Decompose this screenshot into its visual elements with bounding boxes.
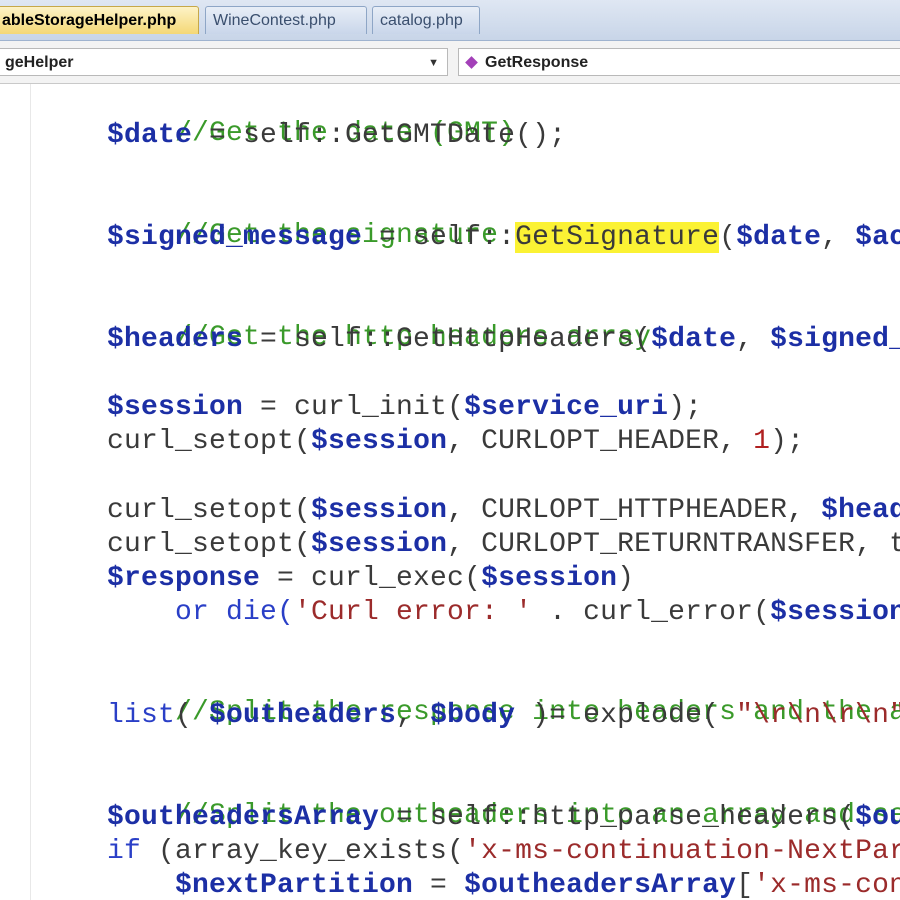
code-variable: $outheadersArray (464, 870, 737, 900)
code-text: , CURLOPT_HTTPHEADER, (447, 495, 822, 526)
code-line: if (array_key_exists('x-ms-continuation-… (107, 836, 900, 868)
code-line: $nextPartition = $outheadersArray['x-ms-… (175, 870, 900, 900)
code-line: $session = curl_init($service_uri); (107, 392, 702, 424)
class-dropdown[interactable]: geHelper ▼ (0, 48, 448, 76)
code-text: [ (736, 870, 754, 900)
code-string: "\r\n\r\n" (736, 700, 900, 731)
code-line: or die('Curl error: ' . curl_error($sess… (175, 597, 900, 629)
code-variable: $session (481, 563, 618, 594)
code-text: , (396, 700, 431, 731)
code-line: //Split the outheaders into an array and… (107, 768, 900, 831)
code-number: 1 (753, 426, 771, 457)
code-variable: $date (736, 222, 822, 253)
code-line: //Get the http headers array (107, 290, 651, 353)
tab-tablestoragehelper[interactable]: ableStorageHelper.php (0, 6, 199, 34)
code-variable: $ac (855, 222, 900, 253)
code-text: = curl_exec( (260, 563, 482, 594)
code-string: 'x-ms-continuation-NextPar (464, 836, 900, 867)
code-variable: $date (107, 120, 193, 151)
code-keyword: if (107, 836, 142, 867)
code-line: //Get the signature (107, 188, 498, 251)
code-text: curl_setopt( (107, 426, 312, 457)
code-variable: $session (311, 426, 448, 457)
code-text: (array_key_exists( (141, 836, 465, 867)
code-variable: $session (770, 597, 900, 628)
code-text: = self::http_parse_headers( (379, 802, 856, 833)
tab-label: catalog.php (380, 12, 463, 29)
code-text: = self::GetGMTDate(); (192, 120, 567, 151)
code-variable: $ou (855, 802, 900, 833)
member-dropdown-value: GetResponse (485, 54, 589, 71)
chevron-down-icon: ▼ (428, 57, 439, 69)
code-text: curl_setopt( (107, 495, 312, 526)
code-line: $date = self::GetGMTDate(); (107, 120, 566, 152)
code-line: list( $outheaders, $body )= explode( "\r… (107, 700, 900, 732)
code-variable: $session (107, 392, 244, 423)
code-line: //Split the response into headers and th… (107, 665, 900, 728)
tab-label: ableStorageHelper.php (2, 12, 177, 29)
code-line: $outheadersArray = self::http_parse_head… (107, 802, 900, 834)
code-text: )= explode( (515, 700, 737, 731)
method-icon (465, 56, 478, 69)
code-editor[interactable]: //Get the date (GMT) $date = self::GetGM… (0, 84, 900, 900)
code-line: $headers = self::GetHttpHeaders($date, $… (107, 324, 900, 356)
code-variable: $outheadersArray (107, 802, 380, 833)
code-variable: $date (651, 324, 737, 355)
code-variable: $signed_ (770, 324, 900, 355)
tab-label: WineContest.php (213, 12, 336, 29)
code-line: curl_setopt($session, CURLOPT_HEADER, 1)… (107, 426, 804, 458)
code-line: $response = curl_exec($session) (107, 563, 634, 595)
code-variable: $head (821, 495, 900, 526)
code-text: ( (175, 700, 210, 731)
code-line: $signed_message = self::GetSignature($da… (107, 222, 900, 254)
code-text: = curl_init( (243, 392, 465, 423)
code-variable: $session (311, 529, 448, 560)
code-text: = (413, 870, 465, 900)
code-text: curl_setopt( (107, 529, 312, 560)
code-variable: $session (311, 495, 448, 526)
code-text: ); (770, 426, 805, 457)
code-text: , (821, 222, 856, 253)
code-variable: $nextPartition (175, 870, 414, 900)
code-text: ( (719, 222, 737, 253)
tab-catalog[interactable]: catalog.php (372, 6, 480, 34)
code-string: 'Curl error: ' (294, 597, 533, 628)
code-text: = self::GetHttpHeaders( (243, 324, 652, 355)
code-line: curl_setopt($session, CURLOPT_RETURNTRAN… (107, 529, 900, 561)
document-tab-bar: ableStorageHelper.php WineContest.php ca… (0, 0, 900, 41)
code-variable: $outheaders (209, 700, 397, 731)
code-variable: $body (430, 700, 516, 731)
tab-winecontest[interactable]: WineContest.php (205, 6, 367, 34)
code-text: , CURLOPT_HEADER, (447, 426, 754, 457)
code-text: , CURLOPT_RETURNTRANSFER, t (447, 529, 900, 560)
code-text: , (736, 324, 771, 355)
code-variable: $headers (107, 324, 244, 355)
code-text: ); (668, 392, 703, 423)
code-line: //Get the date (GMT) (107, 86, 515, 149)
code-text: = self:: (362, 222, 516, 253)
code-keyword: die( (209, 597, 295, 628)
editor-margin (0, 84, 31, 900)
member-dropdown[interactable]: GetResponse (458, 48, 900, 76)
code-keyword: or (175, 597, 210, 628)
highlighted-reference[interactable]: GetSignature (515, 222, 720, 253)
code-line: curl_setopt($session, CURLOPT_HTTPHEADER… (107, 495, 900, 527)
navigation-bar: geHelper ▼ GetResponse (0, 41, 900, 84)
code-variable: $response (107, 563, 261, 594)
code-keyword: list (107, 700, 176, 731)
code-variable: $signed_message (107, 222, 363, 253)
code-variable: $service_uri (464, 392, 669, 423)
code-string: 'x-ms-con (753, 870, 900, 900)
code-text: . curl_error( (532, 597, 771, 628)
code-text: ) (617, 563, 635, 594)
class-dropdown-value: geHelper (5, 54, 74, 71)
